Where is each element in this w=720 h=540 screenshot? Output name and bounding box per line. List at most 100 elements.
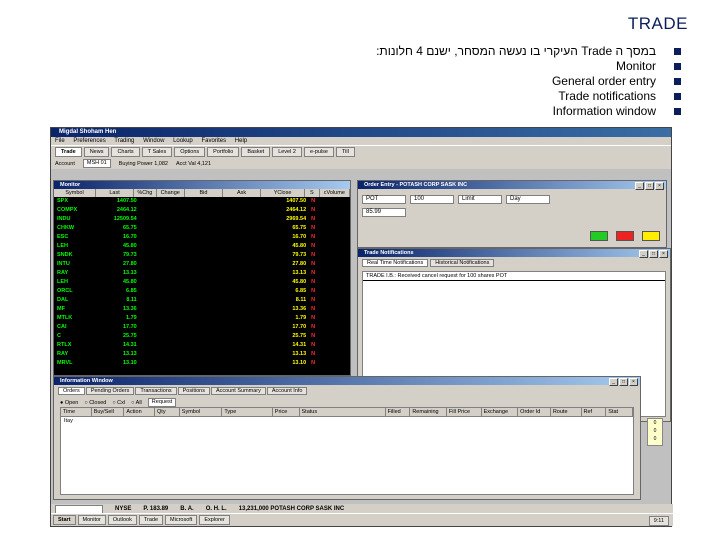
maximize-icon[interactable]: □	[649, 250, 658, 258]
column-header[interactable]: YClose	[261, 189, 306, 197]
table-row[interactable]: INTU 27.80 27.80 N	[54, 260, 350, 269]
table-row[interactable]: SNDK 79.73 79.73 N	[54, 251, 350, 260]
table-row[interactable]: DAL 8.11 8.11 N	[54, 296, 350, 305]
menu-lookup[interactable]: Lookup	[173, 138, 193, 144]
column-header[interactable]: Last	[96, 189, 135, 197]
tab-pending-orders[interactable]: Pending Orders	[85, 387, 135, 395]
minimize-icon[interactable]: _	[639, 250, 648, 258]
column-header[interactable]: S	[305, 189, 320, 197]
tab-trade[interactable]: Trade	[55, 147, 82, 157]
menu-window[interactable]: Window	[143, 138, 164, 144]
column-header[interactable]: Status	[300, 408, 386, 416]
column-header[interactable]: Exchange	[482, 408, 519, 416]
tab-epulse[interactable]: e-pulse	[303, 147, 334, 157]
request-button[interactable]: Request	[147, 398, 177, 407]
table-row[interactable]: Itay	[61, 417, 633, 425]
column-header[interactable]: Action	[124, 408, 156, 416]
tab-transactions[interactable]: Transactions	[135, 387, 177, 395]
column-header[interactable]: Remaining	[410, 408, 447, 416]
column-header[interactable]: Type	[222, 408, 273, 416]
tab-charts[interactable]: Charts	[111, 147, 140, 157]
tab-realtime-notifications[interactable]: Real Time Notifications	[362, 259, 429, 267]
price-input[interactable]: 85.99	[362, 208, 406, 217]
close-icon[interactable]: ×	[655, 182, 664, 190]
tab-basket[interactable]: Basket	[241, 147, 271, 157]
table-row[interactable]: MF 13.36 13.36 N	[54, 305, 350, 314]
order-type-select[interactable]: Limit	[458, 195, 502, 204]
tab-positions[interactable]: Positions	[177, 387, 210, 395]
taskbar-item[interactable]: Trade	[138, 515, 164, 525]
tif-select[interactable]: Day	[506, 195, 550, 204]
close-icon[interactable]: ×	[659, 250, 668, 258]
account-select[interactable]: MSH 01	[82, 159, 111, 168]
table-row[interactable]: C 25.75 25.75 N	[54, 332, 350, 341]
menu-help[interactable]: Help	[235, 138, 247, 144]
table-row[interactable]: MRVL 13.10 13.10 N	[54, 359, 350, 368]
table-row[interactable]: CAI 17.70 17.70 N	[54, 323, 350, 332]
column-header[interactable]: Buy/Sell	[92, 408, 125, 416]
menu-favorites[interactable]: Favorites	[201, 138, 226, 144]
taskbar-item[interactable]: Microsoft	[165, 515, 198, 525]
taskbar-item[interactable]: Monitor	[77, 515, 106, 525]
radio-all[interactable]: ○ All	[131, 400, 142, 406]
symbol-input[interactable]: POT	[362, 195, 406, 204]
tab-options[interactable]: Options	[174, 147, 206, 157]
table-row[interactable]: RAY 13.13 13.13 N	[54, 269, 350, 278]
tab-historical-notifications[interactable]: Historical Notifications	[430, 259, 495, 267]
column-header[interactable]: Fill Price	[447, 408, 482, 416]
menu-trading[interactable]: Trading	[114, 138, 134, 144]
tab-level2[interactable]: Level 2	[272, 147, 302, 157]
column-header[interactable]: Price	[273, 408, 300, 416]
start-button[interactable]: Start	[53, 515, 76, 525]
menu-file[interactable]: File	[55, 138, 65, 144]
taskbar-item[interactable]: Outlook	[107, 515, 137, 525]
sell-button[interactable]	[616, 231, 634, 241]
column-header[interactable]: Route	[551, 408, 582, 416]
buy-button[interactable]	[590, 231, 608, 241]
column-header[interactable]: Time	[61, 408, 92, 416]
radio-open[interactable]: ● Open	[60, 400, 78, 406]
tab-account-summary[interactable]: Account Summary	[210, 387, 266, 395]
table-row[interactable]: MTLK 1.79 1.79 N	[54, 314, 350, 323]
column-header[interactable]: Ref	[582, 408, 607, 416]
table-row[interactable]: CHKW 65.75 65.75 N	[54, 224, 350, 233]
minimize-icon[interactable]: _	[635, 182, 644, 190]
column-header[interactable]: Symbol	[54, 189, 96, 197]
close-icon[interactable]: ×	[629, 378, 638, 386]
table-row[interactable]: ESC 16.70 16.70 N	[54, 233, 350, 242]
menu-preferences[interactable]: Preferences	[73, 138, 105, 144]
table-row[interactable]: LEH 45.80 45.80 N	[54, 242, 350, 251]
table-row[interactable]: COMPX 2464.12 2464.12 N	[54, 206, 350, 215]
notification-line[interactable]: TRADE I.B.: Received cancel request for …	[363, 272, 665, 281]
tab-account-info[interactable]: Account Info	[266, 387, 308, 395]
tab-news[interactable]: News	[83, 147, 110, 157]
tab-till[interactable]: Till	[335, 147, 355, 157]
column-header[interactable]: Change	[157, 189, 185, 197]
minimize-icon[interactable]: _	[609, 378, 618, 386]
table-row[interactable]: LEH 45.80 45.80 N	[54, 278, 350, 287]
table-row[interactable]: INDU 12509.54 2969.54 N	[54, 215, 350, 224]
column-header[interactable]: Bid	[185, 189, 223, 197]
column-header[interactable]: Stat	[606, 408, 633, 416]
column-header[interactable]: Ask	[223, 189, 262, 197]
table-row[interactable]: RTLX 14.31 14.31 N	[54, 341, 350, 350]
column-header[interactable]: Order Id	[518, 408, 551, 416]
column-header[interactable]: cVolume	[320, 189, 350, 197]
short-button[interactable]	[642, 231, 660, 241]
tab-orders[interactable]: Orders	[58, 387, 85, 395]
quantity-input[interactable]: 100	[410, 195, 454, 204]
taskbar-item[interactable]: Explorer	[199, 515, 230, 525]
radio-closed[interactable]: ○ Closed	[84, 400, 106, 406]
radio-cxl[interactable]: ○ Cxl	[112, 400, 125, 406]
tab-portfolio[interactable]: Portfolio	[207, 147, 240, 157]
table-row[interactable]: ORCL 6.85 6.85 N	[54, 287, 350, 296]
column-header[interactable]: Qty	[155, 408, 180, 416]
maximize-icon[interactable]: □	[645, 182, 654, 190]
column-header[interactable]: %Chg	[134, 189, 157, 197]
tab-tsales[interactable]: T Sales	[141, 147, 173, 157]
maximize-icon[interactable]: □	[619, 378, 628, 386]
table-row[interactable]: RAY 13.13 13.13 N	[54, 350, 350, 359]
column-header[interactable]: Filled	[386, 408, 411, 416]
table-row[interactable]: SPX 1407.50 1407.50 N	[54, 197, 350, 206]
column-header[interactable]: Symbol	[180, 408, 223, 416]
